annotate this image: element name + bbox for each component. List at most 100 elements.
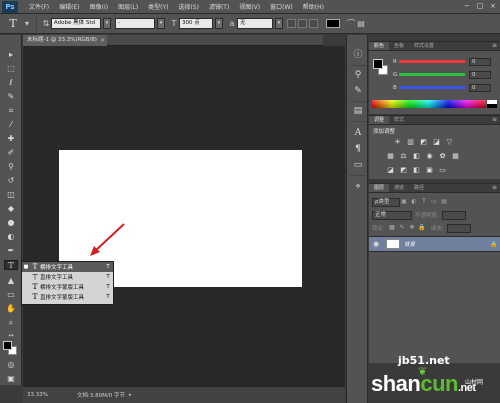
hand-tool-icon[interactable]: ✋	[4, 304, 18, 314]
foreground-color-swatch[interactable]	[3, 341, 12, 350]
font-size-dropdown-icon[interactable]: ▾	[215, 18, 223, 29]
eye-icon[interactable]: ◉	[369, 240, 383, 248]
flyout-item-vertical-type-mask[interactable]: 𝕋 直排文字蒙版工具 T	[22, 292, 113, 302]
zoom-tool-icon[interactable]: ⌕	[4, 318, 18, 328]
green-slider-track[interactable]	[399, 73, 465, 76]
zoom-level[interactable]: 33.33%	[23, 392, 63, 398]
swap-colors-icon[interactable]: ↔	[4, 331, 18, 341]
menu-layer[interactable]: 图层(L)	[113, 2, 143, 11]
layer-row-background[interactable]: ◉ 背景 🔒	[369, 236, 500, 252]
menu-file[interactable]: 文件(F)	[24, 2, 54, 11]
selective-color-icon[interactable]: ▣	[425, 166, 434, 174]
font-style-select[interactable]: -	[115, 18, 155, 29]
threshold-icon[interactable]: ◧	[412, 166, 421, 174]
hue-saturation-icon[interactable]: ▦	[386, 152, 395, 160]
paragraph-icon[interactable]: ¶	[352, 143, 364, 155]
menu-help[interactable]: 帮助(H)	[298, 2, 329, 11]
dodge-tool-icon[interactable]: ◐	[4, 232, 18, 242]
antialias-select[interactable]: 无	[237, 18, 273, 29]
color-spectrum-bar[interactable]	[372, 100, 486, 108]
invert-icon[interactable]: ◪	[386, 166, 395, 174]
history-icon[interactable]: ▤	[352, 105, 364, 117]
filter-pixel-icon[interactable]: ▣	[400, 198, 408, 206]
opacity-field[interactable]	[441, 210, 466, 220]
posterize-icon[interactable]: ◩	[399, 166, 408, 174]
color-balance-icon[interactable]: ⚖	[399, 152, 408, 160]
lock-position-icon[interactable]: ✥	[408, 224, 416, 232]
pen-tool-icon[interactable]: ✒	[4, 246, 18, 256]
close-icon[interactable]: ×	[488, 2, 498, 11]
tab-color[interactable]: 颜色	[369, 42, 390, 50]
layer-filter-select[interactable]: ρ类型	[372, 197, 400, 207]
filter-type-icon[interactable]: T	[420, 198, 428, 206]
blue-value-field[interactable]: 0	[469, 83, 491, 92]
black-white-swatch[interactable]	[487, 100, 497, 108]
font-family-dropdown-icon[interactable]: ▾	[103, 18, 111, 29]
photo-filter-icon[interactable]: ◉	[425, 152, 434, 160]
toggle-orientation-icon[interactable]: ⇅	[41, 19, 51, 29]
color-lookup-icon[interactable]: ▦	[451, 152, 460, 160]
close-tab-icon[interactable]: ×	[100, 35, 105, 46]
lock-transparent-icon[interactable]: ▦	[388, 224, 396, 232]
layer-name[interactable]: 背景	[404, 240, 490, 248]
brush-tool-icon[interactable]: ✐	[4, 148, 18, 158]
font-family-select[interactable]: Adobe 黑体 Std	[51, 18, 101, 29]
canvas-workspace[interactable]	[23, 46, 345, 386]
crop-tool-icon[interactable]: ⌗	[4, 106, 18, 116]
warp-text-icon[interactable]: ⌒	[346, 19, 356, 29]
type-tool-icon[interactable]: T	[4, 260, 18, 270]
info-icon[interactable]: ⓘ	[352, 49, 364, 61]
minimize-icon[interactable]: −	[462, 2, 472, 11]
eyedropper-tool-icon[interactable]: ⁄	[4, 120, 18, 130]
status-menu-icon[interactable]: ▸	[129, 392, 132, 398]
menu-edit[interactable]: 编辑(E)	[54, 2, 84, 11]
paint-bucket-tool-icon[interactable]: ◆	[4, 204, 18, 214]
font-style-dropdown-icon[interactable]: ▾	[157, 18, 165, 29]
slider-blue[interactable]: B 0	[393, 83, 497, 92]
gradient-map-icon[interactable]: ▭	[438, 166, 447, 174]
vibrance-icon[interactable]: ▽	[445, 138, 454, 146]
text-color-swatch[interactable]	[326, 19, 340, 28]
black-white-icon[interactable]: ◧	[412, 152, 421, 160]
character-icon[interactable]: A	[352, 127, 364, 139]
menu-filter[interactable]: 滤镜(T)	[204, 2, 234, 11]
tab-paths[interactable]: 路径	[409, 184, 429, 192]
history-brush-tool-icon[interactable]: ↺	[4, 176, 18, 186]
font-size-field[interactable]: 300 点	[179, 18, 213, 29]
chevron-down-icon[interactable]: ▾	[22, 19, 32, 29]
measurement-icon[interactable]: ⌖	[352, 181, 364, 193]
panel-menu-icon[interactable]: ≡	[492, 42, 497, 50]
menu-view[interactable]: 视图(V)	[234, 2, 265, 11]
menu-type[interactable]: 类型(Y)	[143, 2, 173, 11]
slider-red[interactable]: R 0	[393, 57, 497, 66]
antialias-dropdown-icon[interactable]: ▾	[275, 18, 283, 29]
align-right-icon[interactable]	[309, 19, 318, 28]
flyout-item-horizontal-type[interactable]: ■ T 横排文字工具 T	[22, 262, 113, 272]
curves-icon[interactable]: ◩	[419, 138, 428, 146]
red-value-field[interactable]: 0	[469, 57, 491, 66]
panel-menu-icon[interactable]: ≡	[492, 184, 497, 192]
exposure-icon[interactable]: ◪	[432, 138, 441, 146]
glyph-icon[interactable]: ▭	[352, 159, 364, 171]
character-panel-icon[interactable]: ▤	[356, 19, 366, 29]
tab-style-settings[interactable]: 样式设置	[409, 42, 439, 50]
quick-mask-icon[interactable]: ◎	[4, 360, 18, 370]
green-value-field[interactable]: 0	[469, 70, 491, 79]
slider-green[interactable]: G 0	[393, 70, 497, 79]
path-selection-tool-icon[interactable]: ▲	[4, 276, 18, 286]
quick-select-tool-icon[interactable]: ✎	[4, 92, 18, 102]
lasso-tool-icon[interactable]: ℓ	[4, 78, 18, 88]
fill-field[interactable]	[446, 223, 471, 233]
brush-preset-icon[interactable]: ✎	[352, 85, 364, 97]
blur-tool-icon[interactable]: ●	[4, 218, 18, 228]
flyout-item-horizontal-type-mask[interactable]: 𝕋 横排文字蒙版工具 T	[22, 282, 113, 292]
lock-image-icon[interactable]: ✎	[398, 224, 406, 232]
brightness-contrast-icon[interactable]: ☀	[393, 138, 402, 146]
menu-window[interactable]: 窗口(W)	[265, 2, 298, 11]
align-left-icon[interactable]	[287, 19, 296, 28]
levels-icon[interactable]: ▥	[406, 138, 415, 146]
flyout-item-vertical-type[interactable]: ㄒ 直排文字工具 T	[22, 272, 113, 282]
menu-select[interactable]: 选择(S)	[173, 2, 204, 11]
clone-source-icon[interactable]: ⚲	[352, 69, 364, 81]
red-slider-track[interactable]	[399, 60, 465, 63]
